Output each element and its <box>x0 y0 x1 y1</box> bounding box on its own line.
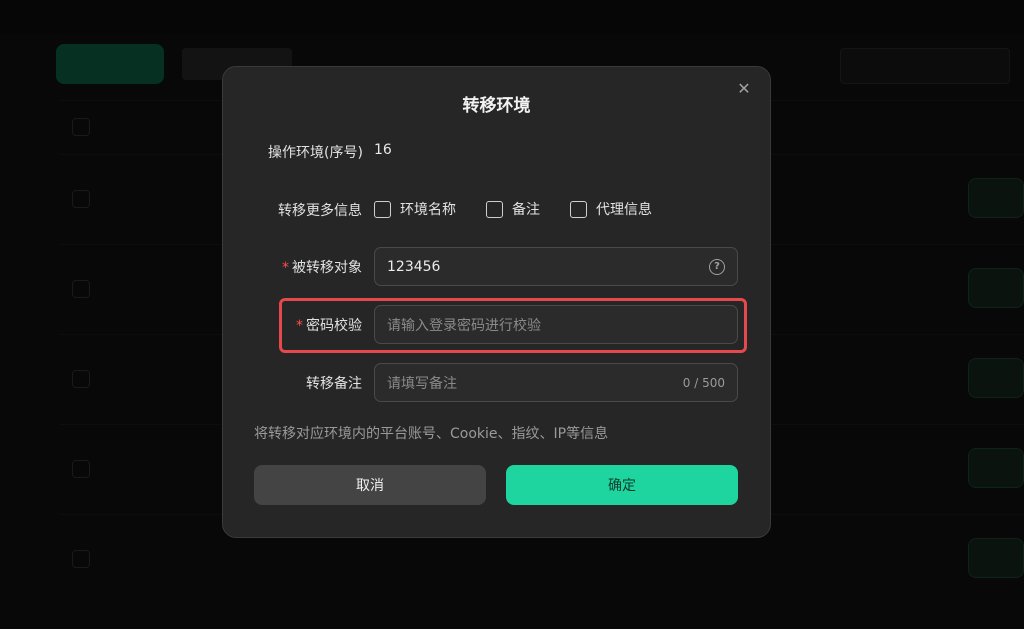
checkbox-env-name[interactable]: 环境名称 <box>374 199 456 219</box>
remark-input[interactable]: 请填写备注 0 / 500 <box>374 363 738 402</box>
target-label-text: 被转移对象 <box>292 260 362 276</box>
checkbox-icon[interactable] <box>570 200 587 218</box>
dialog-title: 转移环境 <box>462 96 531 116</box>
env-label: 操作环境(序号) <box>268 145 363 161</box>
checkbox-label: 环境名称 <box>400 202 456 218</box>
checkbox-label: 备注 <box>512 202 540 218</box>
remark-counter: 0 / 500 <box>682 375 725 390</box>
checkbox-icon[interactable] <box>486 200 503 218</box>
question-circle-icon[interactable]: ? <box>709 258 725 275</box>
more-info-label: 转移更多信息 <box>278 203 362 219</box>
checkbox-icon[interactable] <box>374 200 391 218</box>
target-input-value: 123456 <box>387 258 441 275</box>
highlight-box <box>279 298 747 353</box>
checkbox-label: 代理信息 <box>596 202 652 218</box>
remark-label: 转移备注 <box>306 376 362 392</box>
env-value: 16 <box>374 142 392 158</box>
cancel-button[interactable]: 取消 <box>254 465 486 505</box>
checkbox-proxy-info[interactable]: 代理信息 <box>570 199 652 219</box>
target-label: * 被转移对象 <box>282 257 362 277</box>
remark-placeholder: 请填写备注 <box>387 375 457 392</box>
checkbox-remark[interactable]: 备注 <box>486 199 540 219</box>
target-input[interactable]: 123456 ? <box>374 247 738 286</box>
transfer-note: 将转移对应环境内的平台账号、Cookie、指纹、IP等信息 <box>254 426 609 442</box>
confirm-button[interactable]: 确定 <box>506 465 738 505</box>
required-mark: * <box>282 260 289 276</box>
